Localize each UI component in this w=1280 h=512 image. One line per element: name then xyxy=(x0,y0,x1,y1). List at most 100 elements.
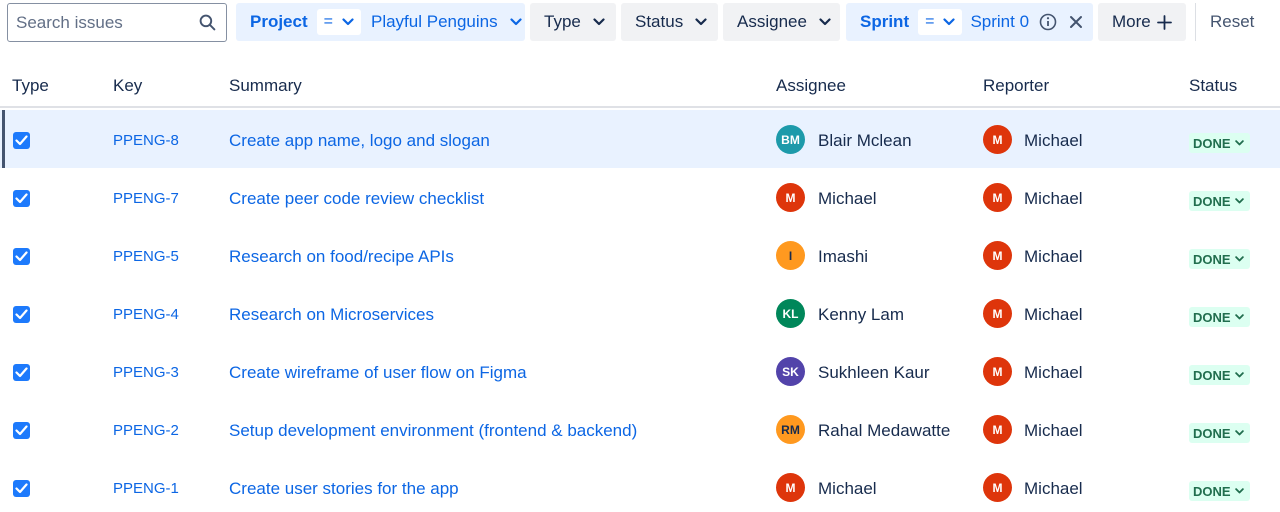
more-filters-button[interactable]: More xyxy=(1098,3,1186,41)
chevron-down-icon xyxy=(695,18,707,26)
assignee-name: Blair Mclean xyxy=(818,131,912,150)
chevron-down-icon xyxy=(593,18,605,26)
table-row[interactable]: PPENG-5 Research on food/recipe APIs I I… xyxy=(0,226,1280,284)
issue-summary-link[interactable]: Research on food/recipe APIs xyxy=(229,247,454,267)
assignee-avatar[interactable]: KL xyxy=(776,299,805,328)
chevron-down-icon xyxy=(1234,198,1244,204)
sprint-operator-select[interactable]: = xyxy=(918,9,963,35)
search-icon[interactable] xyxy=(199,14,216,31)
assignee-filter[interactable]: Assignee xyxy=(723,3,840,41)
status-label: DONE xyxy=(1193,135,1231,151)
chevron-down-icon xyxy=(342,18,354,26)
issue-key-link[interactable]: PPENG-7 xyxy=(113,190,179,207)
table-row[interactable]: PPENG-3 Create wireframe of user flow on… xyxy=(0,342,1280,400)
assignee-name: Sukhleen Kaur xyxy=(818,363,930,382)
search-input[interactable] xyxy=(16,12,196,34)
column-header-type[interactable]: Type xyxy=(12,76,49,96)
table-row[interactable]: PPENG-8 Create app name, logo and slogan… xyxy=(0,110,1280,168)
reporter-name: Michael xyxy=(1024,247,1083,266)
status-filter[interactable]: Status xyxy=(621,3,718,41)
issue-summary-link[interactable]: Setup development environment (frontend … xyxy=(229,421,637,441)
column-header-summary[interactable]: Summary xyxy=(229,76,302,96)
status-dropdown[interactable]: DONE xyxy=(1189,307,1250,327)
reset-button[interactable]: Reset xyxy=(1195,3,1254,41)
status-dropdown[interactable]: DONE xyxy=(1189,249,1250,269)
issue-key-link[interactable]: PPENG-2 xyxy=(113,422,179,439)
table-row[interactable]: PPENG-1 Create user stories for the app … xyxy=(0,458,1280,512)
reporter-avatar[interactable]: M xyxy=(983,473,1012,502)
assignee-avatar[interactable]: M xyxy=(776,183,805,212)
status-label: DONE xyxy=(1193,367,1231,383)
status-label: DONE xyxy=(1193,483,1231,499)
assignee-name: Kenny Lam xyxy=(818,305,904,324)
assignee-name: Michael xyxy=(818,189,877,208)
column-header-reporter[interactable]: Reporter xyxy=(983,76,1049,96)
chevron-down-icon xyxy=(1234,140,1244,146)
chevron-down-icon xyxy=(1234,256,1244,262)
table-row[interactable]: PPENG-4 Research on Microservices KL Ken… xyxy=(0,284,1280,342)
sprint-filter[interactable]: Sprint = Sprint 0 xyxy=(846,3,1093,41)
chevron-down-icon xyxy=(819,18,831,26)
sprint-filter-value: Sprint 0 xyxy=(970,12,1030,31)
issue-key-link[interactable]: PPENG-1 xyxy=(113,480,179,497)
project-filter[interactable]: Project = Playful Penguins xyxy=(236,3,525,41)
issue-key-link[interactable]: PPENG-8 xyxy=(113,132,179,149)
issue-key-link[interactable]: PPENG-3 xyxy=(113,364,179,381)
status-dropdown[interactable]: DONE xyxy=(1189,133,1250,153)
issue-summary-link[interactable]: Create wireframe of user flow on Figma xyxy=(229,363,527,383)
plus-icon xyxy=(1156,14,1172,30)
issue-summary-link[interactable]: Research on Microservices xyxy=(229,305,434,325)
reporter-name: Michael xyxy=(1024,131,1083,150)
type-filter-label: Type xyxy=(544,12,581,31)
chevron-down-icon xyxy=(1234,314,1244,320)
reporter-avatar[interactable]: M xyxy=(983,299,1012,328)
column-header-assignee[interactable]: Assignee xyxy=(776,76,846,96)
more-filters-label: More xyxy=(1112,12,1151,31)
reporter-avatar[interactable]: M xyxy=(983,415,1012,444)
assignee-avatar[interactable]: RM xyxy=(776,415,805,444)
sprint-operator-value: = xyxy=(925,13,935,30)
task-type-icon xyxy=(13,364,30,381)
issue-summary-link[interactable]: Create user stories for the app xyxy=(229,479,459,499)
reporter-avatar[interactable]: M xyxy=(983,183,1012,212)
status-label: DONE xyxy=(1193,425,1231,441)
issue-key-link[interactable]: PPENG-4 xyxy=(113,306,179,323)
status-dropdown[interactable]: DONE xyxy=(1189,365,1250,385)
reporter-name: Michael xyxy=(1024,189,1083,208)
status-dropdown[interactable]: DONE xyxy=(1189,481,1250,501)
issue-key-link[interactable]: PPENG-5 xyxy=(113,248,179,265)
column-header-key[interactable]: Key xyxy=(113,76,142,96)
assignee-avatar[interactable]: SK xyxy=(776,357,805,386)
assignee-avatar[interactable]: I xyxy=(776,241,805,270)
status-dropdown[interactable]: DONE xyxy=(1189,191,1250,211)
assignee-filter-label: Assignee xyxy=(737,12,807,31)
type-filter[interactable]: Type xyxy=(530,3,616,41)
assignee-avatar[interactable]: BM xyxy=(776,125,805,154)
task-type-icon xyxy=(13,306,30,323)
status-filter-label: Status xyxy=(635,12,684,31)
assignee-name: Rahal Medawatte xyxy=(818,421,951,440)
status-dropdown[interactable]: DONE xyxy=(1189,423,1250,443)
reset-label: Reset xyxy=(1210,12,1255,31)
reporter-avatar[interactable]: M xyxy=(983,125,1012,154)
project-operator-select[interactable]: = xyxy=(316,9,361,35)
reporter-avatar[interactable]: M xyxy=(983,241,1012,270)
issue-summary-link[interactable]: Create peer code review checklist xyxy=(229,189,484,209)
info-icon[interactable] xyxy=(1039,13,1057,31)
task-type-icon xyxy=(13,190,30,207)
status-label: DONE xyxy=(1193,309,1231,325)
project-filter-label: Project xyxy=(250,12,308,31)
table-row[interactable]: PPENG-2 Setup development environment (f… xyxy=(0,400,1280,458)
reporter-avatar[interactable]: M xyxy=(983,357,1012,386)
column-header-status[interactable]: Status xyxy=(1189,76,1237,96)
chevron-down-icon xyxy=(510,18,522,26)
close-icon[interactable] xyxy=(1069,15,1083,29)
issue-summary-link[interactable]: Create app name, logo and slogan xyxy=(229,131,490,151)
reporter-name: Michael xyxy=(1024,421,1083,440)
table-header: Type Key Summary Assignee Reporter Statu… xyxy=(0,64,1280,108)
task-type-icon xyxy=(13,480,30,497)
assignee-avatar[interactable]: M xyxy=(776,473,805,502)
table-row[interactable]: PPENG-7 Create peer code review checklis… xyxy=(0,168,1280,226)
search-box[interactable] xyxy=(7,3,227,42)
project-filter-value: Playful Penguins xyxy=(370,12,498,31)
